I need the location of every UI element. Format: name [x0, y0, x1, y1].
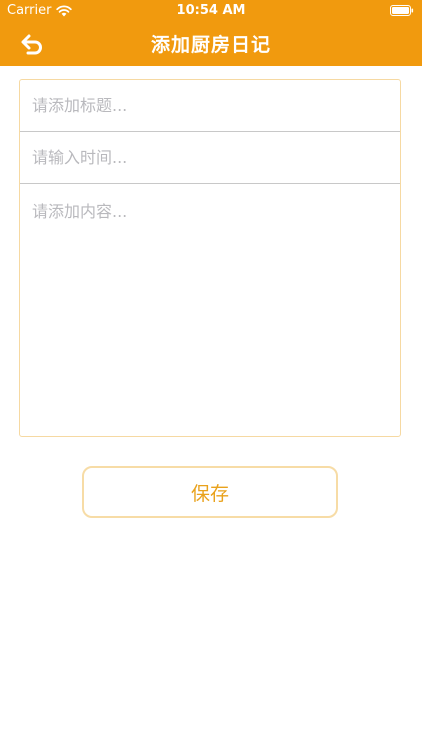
content-field — [20, 184, 400, 434]
nav-bar: 添加厨房日记 — [0, 22, 422, 66]
status-time: 10:54 AM — [176, 3, 246, 18]
diary-form — [19, 79, 401, 437]
header: Carrier 10:54 AM 添加厨房日记 — [0, 0, 422, 66]
battery-icon — [390, 5, 414, 16]
title-field — [20, 80, 400, 132]
time-input[interactable] — [20, 132, 400, 183]
time-field — [20, 132, 400, 184]
screen: Carrier 10:54 AM 添加厨房日记 请添加标题... 请输入时间..… — [0, 0, 422, 750]
title-input[interactable] — [20, 80, 400, 131]
content-textarea[interactable] — [20, 184, 400, 434]
page-title: 添加厨房日记 — [150, 34, 271, 56]
save-button[interactable]: 保存 — [82, 466, 338, 518]
status-bar: Carrier 10:54 AM — [0, 0, 422, 22]
